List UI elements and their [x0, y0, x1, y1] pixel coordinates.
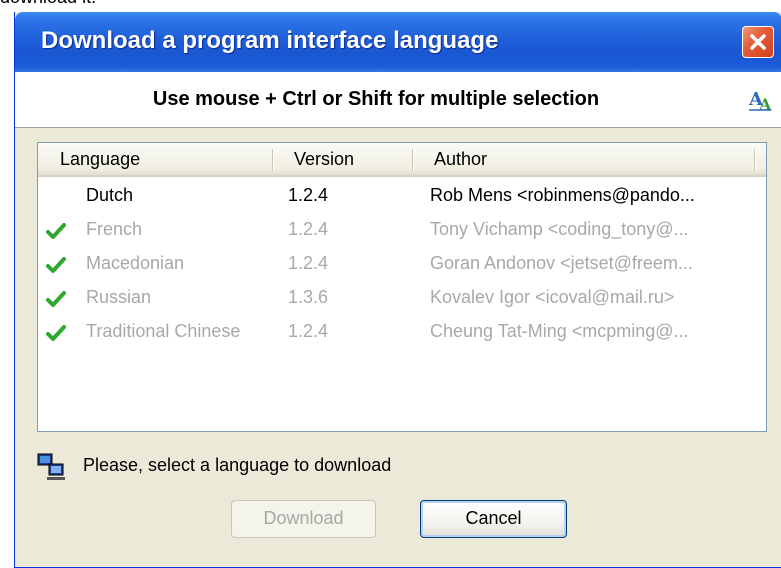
version-cell: 1.2.4: [288, 185, 329, 205]
version-cell: 1.3.6: [288, 287, 329, 307]
computer-network-icon: [37, 453, 65, 480]
checkmark-icon: [46, 223, 66, 239]
list-item-macedonian[interactable]: Macedonian 1.2.4 Goran Andonov <jetset@f…: [38, 247, 766, 281]
language-list[interactable]: Language Version Author Dutch 1.2.4 Rob …: [37, 142, 767, 432]
list-item-french[interactable]: French 1.2.4 Tony Vichamp <coding_tony@.…: [38, 213, 766, 247]
list-item-russian[interactable]: Russian 1.3.6 Kovalev Igor <icoval@mail.…: [38, 281, 766, 315]
background-text: download it.: [0, 0, 96, 8]
author-cell: Kovalev Igor <icoval@mail.ru>: [430, 287, 675, 307]
column-header-language[interactable]: Language: [60, 149, 140, 170]
column-header-version[interactable]: Version: [294, 149, 354, 170]
cancel-button[interactable]: Cancel: [420, 500, 567, 538]
checkmark-icon: [46, 325, 66, 341]
language-cell: French: [86, 219, 143, 239]
status-line: Please, select a language to download: [37, 452, 637, 480]
author-cell: Goran Andonov <jetset@freem...: [430, 253, 693, 273]
close-button[interactable]: [742, 26, 774, 58]
version-cell: 1.2.4: [288, 253, 329, 273]
language-cell: Russian: [86, 287, 152, 307]
list-header: Language Version Author: [38, 143, 766, 177]
close-icon: [750, 34, 766, 50]
download-button[interactable]: Download: [231, 500, 376, 538]
column-header-author[interactable]: Author: [434, 149, 487, 170]
language-cell: Traditional Chinese: [86, 321, 241, 341]
column-divider[interactable]: [754, 149, 756, 171]
dialog-title: Download a program interface language: [41, 27, 499, 54]
column-divider[interactable]: [272, 149, 274, 171]
author-cell: Rob Mens <robinmens@pando...: [430, 185, 695, 205]
author-cell: Cheung Tat-Ming <mcpming@...: [430, 321, 689, 341]
language-icon: A A: [748, 89, 772, 114]
svg-text:A: A: [758, 95, 772, 114]
language-cell: Dutch: [86, 185, 134, 205]
column-divider[interactable]: [412, 149, 414, 171]
title-bar[interactable]: Download a program interface language: [15, 12, 781, 72]
version-cell: 1.2.4: [288, 219, 329, 239]
selection-instruction: Use mouse + Ctrl or Shift for multiple s…: [152, 88, 600, 110]
list-item-traditional-chinese[interactable]: Traditional Chinese 1.2.4 Cheung Tat-Min…: [38, 315, 766, 349]
download-language-dialog: Download a program interface language Us…: [14, 12, 781, 568]
author-cell: Tony Vichamp <coding_tony@...: [430, 219, 689, 239]
checkmark-icon: [46, 291, 66, 307]
list-item-dutch[interactable]: Dutch 1.2.4 Rob Mens <robinmens@pando...: [38, 179, 766, 213]
language-cell: Macedonian: [86, 253, 185, 273]
checkmark-icon: [46, 257, 66, 273]
status-message: Please, select a language to download: [83, 455, 392, 475]
header-band: Use mouse + Ctrl or Shift for multiple s…: [15, 72, 781, 128]
version-cell: 1.2.4: [288, 321, 329, 341]
